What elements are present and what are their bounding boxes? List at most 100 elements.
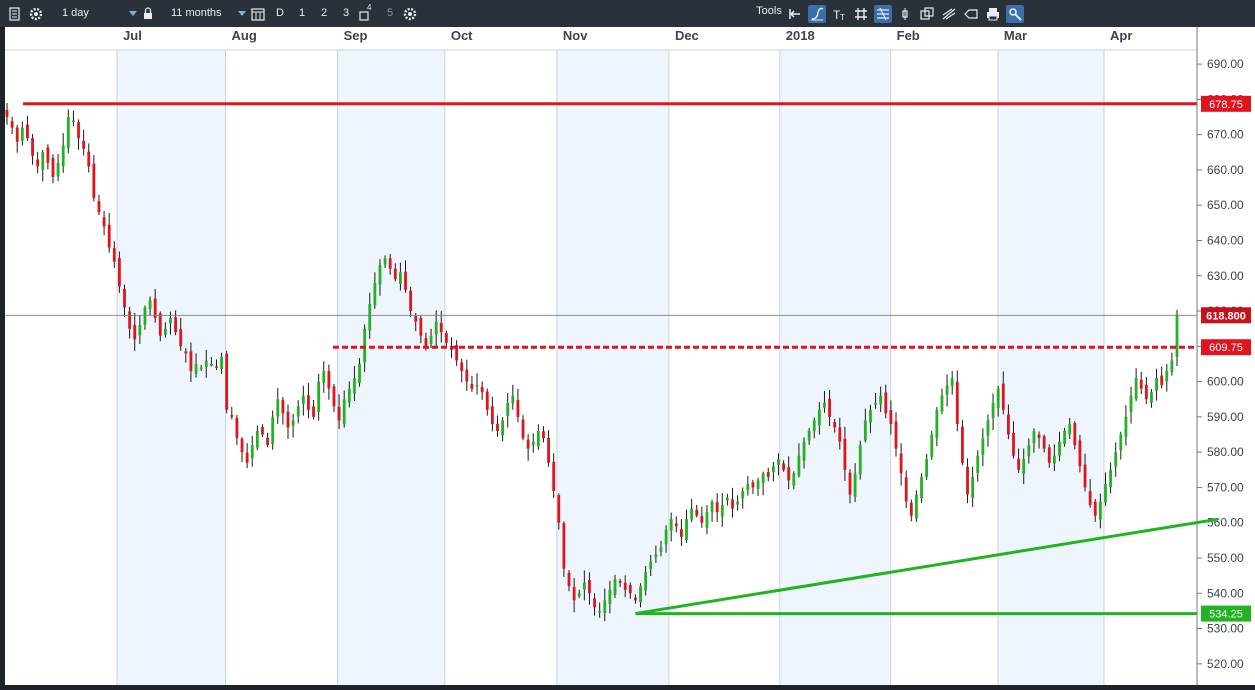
x-tick-label: Oct (451, 28, 473, 43)
candle-down (174, 317, 178, 333)
candle-up (981, 438, 985, 455)
candle-down (889, 410, 893, 424)
candle-up (920, 476, 923, 499)
candle-up (1134, 378, 1138, 400)
candle-up (199, 367, 203, 369)
candle-down (1139, 379, 1143, 389)
candle-up (797, 455, 801, 476)
candle-down (628, 585, 632, 594)
candle-down (404, 271, 407, 290)
candle-down (179, 329, 183, 347)
timeframe-5[interactable]: 5 (382, 4, 398, 23)
timeframe-3[interactable]: 3 (338, 4, 354, 23)
x-tick-label: Dec (675, 28, 699, 43)
candle-down (961, 426, 964, 463)
label-tool-icon[interactable] (962, 5, 980, 23)
candle-up (368, 304, 372, 331)
undo-arrow-icon[interactable] (786, 5, 804, 23)
level-price-label: 678.75 (1209, 99, 1243, 111)
candle-down (1042, 436, 1046, 449)
timeframe-4[interactable]: 4 (358, 3, 376, 23)
fibonacci-tool-icon[interactable] (874, 5, 892, 23)
x-tick-label: Jul (123, 28, 142, 43)
candle-up (347, 388, 351, 403)
y-tick-label: 590.00 (1207, 410, 1244, 424)
candle-up (317, 381, 321, 412)
candle-down (884, 392, 888, 414)
candle-up (705, 512, 709, 528)
chart-settings-gear-icon[interactable] (401, 5, 419, 23)
pitchfork-tool-icon[interactable] (940, 5, 958, 23)
candle-up (930, 434, 934, 458)
x-tick-label: Sep (344, 28, 368, 43)
x-tick-label: Feb (897, 28, 920, 43)
candle-down (562, 523, 566, 569)
candle-down (409, 290, 413, 312)
candle-down (485, 391, 489, 410)
candle-down (955, 381, 959, 424)
grid-tool-icon[interactable] (852, 5, 870, 23)
candle-up (501, 420, 504, 436)
candle-up (690, 508, 694, 520)
candle-down (424, 338, 428, 347)
candle-up (869, 409, 872, 423)
y-tick-label: 560.00 (1207, 516, 1244, 530)
candle-up (342, 399, 346, 425)
settings-gear-icon[interactable] (27, 5, 45, 23)
timeframe-2[interactable]: 2 (316, 4, 332, 23)
candle-down (26, 124, 29, 139)
y-tick-label: 690.00 (1207, 57, 1244, 71)
candle-down (496, 423, 499, 431)
candle-down (230, 415, 234, 417)
timeframe-1[interactable]: 1 (294, 4, 310, 23)
candle-up (725, 498, 729, 501)
candle-up (644, 572, 648, 591)
candle-down (480, 386, 484, 393)
candle-up (148, 300, 152, 310)
candle-up (996, 388, 1000, 409)
candle-down (307, 395, 310, 410)
candle-up (649, 561, 653, 569)
candle-up (301, 395, 305, 405)
candle-up (577, 593, 581, 597)
candle-down (526, 439, 530, 449)
candle-up (720, 505, 724, 517)
candle-up (710, 501, 714, 512)
lock-icon[interactable] (139, 5, 157, 23)
candle-up (1052, 455, 1056, 464)
interval-dropdown[interactable]: 1 day (56, 4, 140, 23)
menu-icon[interactable] (5, 5, 23, 23)
candle-up (807, 431, 811, 441)
candle-up (1058, 441, 1061, 456)
level-price-label: 609.75 (1209, 342, 1243, 354)
candle-tool-icon[interactable] (896, 5, 914, 23)
candle-up (209, 363, 213, 366)
candle-up (1027, 445, 1031, 457)
timeframe-d[interactable]: D (272, 4, 288, 23)
candle-up (531, 441, 535, 446)
candle-down (909, 502, 913, 516)
candle-up (475, 385, 479, 387)
copy-tool-icon[interactable] (918, 5, 936, 23)
candle-down (240, 438, 244, 453)
candle-down (1160, 375, 1164, 386)
trendline-tool-icon[interactable] (808, 5, 826, 23)
candle-up (434, 321, 438, 335)
candle-up (976, 455, 980, 473)
tools-settings-icon[interactable] (1006, 5, 1024, 23)
candle-down (112, 248, 116, 262)
candle-up (659, 547, 663, 552)
candle-up (271, 416, 275, 445)
candle-up (169, 318, 172, 324)
calendar-icon[interactable] (249, 5, 267, 23)
candle-down (1047, 447, 1051, 463)
candle-up (536, 431, 540, 447)
x-tick-label: Apr (1110, 28, 1132, 43)
range-dropdown[interactable]: 11 months (165, 4, 249, 23)
interval-value: 1 day (62, 7, 89, 19)
candle-up (1175, 314, 1179, 357)
price-chart[interactable]: JulAugSepOctNovDec2018FebMarApr690.00680… (5, 27, 1255, 685)
print-icon[interactable] (984, 5, 1002, 23)
text-tool-icon[interactable]: TT (830, 5, 848, 23)
candle-up (1124, 416, 1128, 437)
